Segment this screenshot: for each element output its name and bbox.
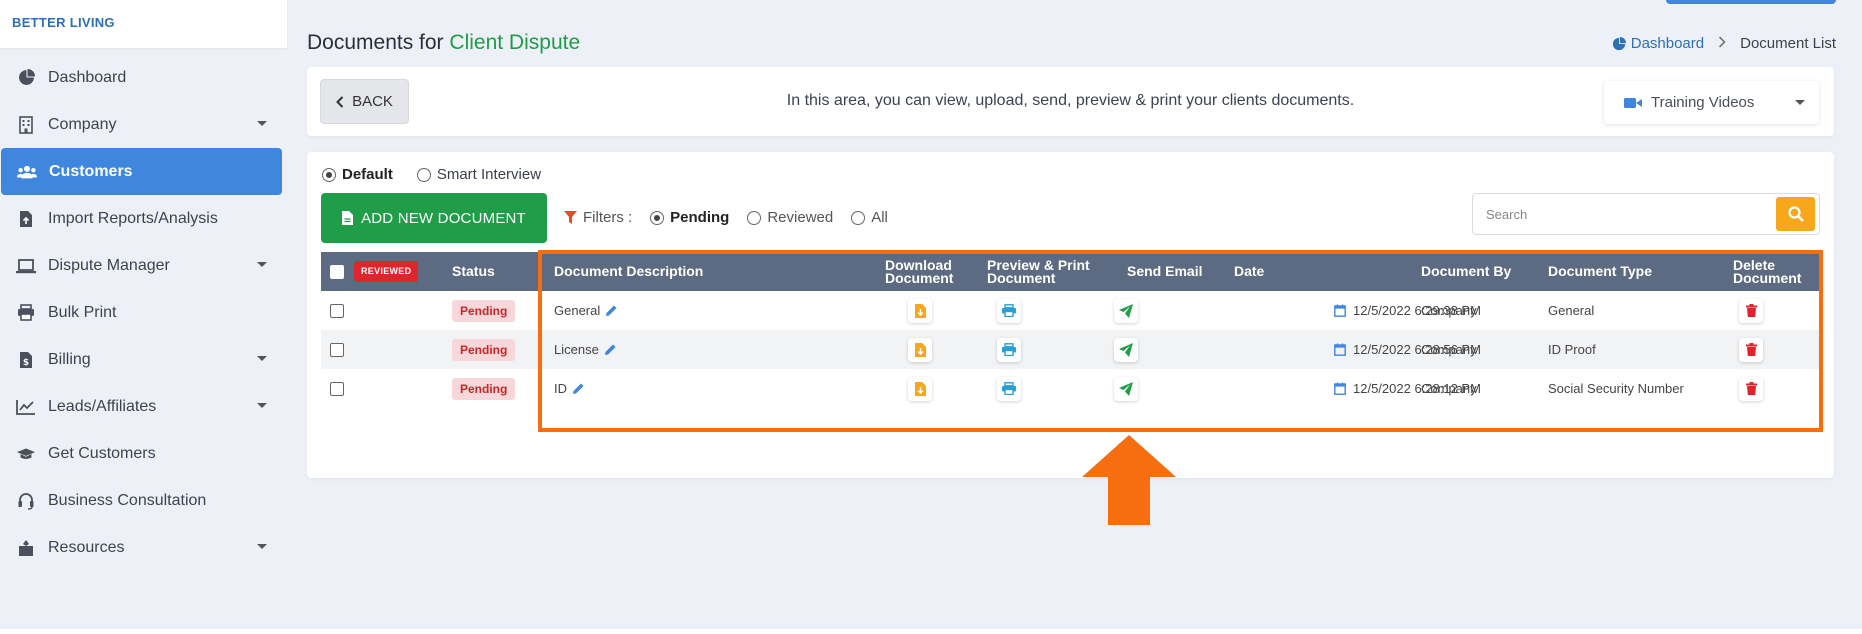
users-icon [17,162,37,182]
file-icon [342,211,354,225]
sidebar-item-label: Company [48,115,117,133]
sidebar-item-dispute-manager[interactable]: Dispute Manager [0,242,287,289]
file-upload-icon [16,209,36,229]
sidebar-item-label: Resources [48,538,125,556]
sidebar-item-label: Business Consultation [48,491,207,509]
client-name: Client Dispute [449,31,581,54]
sidebar-item-label: Get Customers [48,444,156,462]
row-checkbox[interactable] [330,342,344,357]
sidebar-item-label: Leads/Affiliates [48,397,157,415]
video-camera-icon [1624,97,1642,109]
app-background: BETTER LIVING Dashboard Company Customer… [0,0,1862,629]
breadcrumb-dashboard-link[interactable]: Dashboard [1612,35,1704,52]
chevron-down-icon [1795,100,1805,105]
box-icon [16,538,36,558]
breadcrumb-current: Document List [1740,35,1836,52]
mode-default-radio[interactable]: Default [322,166,393,183]
laptop-icon [16,256,36,276]
pie-chart-icon [1612,36,1626,51]
sidebar-item-resources[interactable]: Resources [0,524,287,571]
page-title: Documents for Client Dispute [307,31,580,55]
filter-pending-radio[interactable]: Pending [650,209,729,226]
mode-smart-interview-radio[interactable]: Smart Interview [416,166,542,183]
sidebar-item-leads-affiliates[interactable]: Leads/Affiliates [0,383,287,430]
sidebar-item-customers[interactable]: Customers [1,148,282,195]
top-right-tab[interactable] [1666,0,1836,4]
info-panel: BACK In this area, you can view, upload,… [307,67,1834,136]
reviewed-button[interactable]: REVIEWED [354,261,419,282]
annotation-highlight-box [538,250,1823,432]
filters-group: Filters : Pending Reviewed All [564,209,912,226]
printer-icon [16,303,36,323]
column-status: Status [452,263,495,279]
sidebar-item-label: Billing [48,350,91,368]
radio-unchecked-icon [851,210,866,225]
filters-label-text: Filters : [583,209,633,226]
chevron-down-icon [257,356,267,361]
graduation-cap-icon [16,444,36,464]
radio-unchecked-icon [416,167,431,182]
sidebar-item-label: Bulk Print [48,303,117,321]
status-badge: Pending [452,377,516,400]
breadcrumb: Dashboard Document List [1612,35,1836,52]
page-title-prefix: Documents for [307,31,444,54]
filters-label: Filters : [564,209,632,226]
sidebar-item-label: Dispute Manager [48,256,170,274]
invoice-icon: $ [16,350,36,370]
add-new-document-button[interactable]: ADD NEW DOCUMENT [321,193,547,243]
sidebar-item-get-customers[interactable]: Get Customers [0,430,287,477]
mode-selector: Default Smart Interview [322,166,565,183]
building-icon [16,115,36,135]
brand-logo[interactable]: BETTER LIVING [0,0,287,48]
radio-unchecked-icon [747,210,762,225]
search-button[interactable] [1776,197,1815,231]
filter-funnel-icon [564,210,583,225]
chevron-right-icon [1718,36,1726,51]
chevron-down-icon [257,544,267,549]
sidebar-item-business-consultation[interactable]: Business Consultation [0,477,287,524]
search-icon [1787,206,1804,222]
annotation-arrow-up-icon [1082,435,1176,525]
filter-all-label: All [871,209,888,226]
training-videos-dropdown[interactable]: Training Videos [1604,81,1819,124]
status-badge: Pending [452,338,516,361]
mode-default-label: Default [342,166,393,183]
headset-icon [16,491,36,511]
sidebar-item-label: Import Reports/Analysis [48,209,218,227]
filter-reviewed-radio[interactable]: Reviewed [747,209,833,226]
row-checkbox[interactable] [330,303,344,318]
search-input[interactable] [1473,194,1773,234]
sidebar-item-dashboard[interactable]: Dashboard [0,54,287,101]
sidebar-item-billing[interactable]: $ Billing [0,336,287,383]
pie-chart-icon [16,68,36,88]
sidebar-item-label: Customers [49,162,133,180]
add-new-document-label: ADD NEW DOCUMENT [361,209,526,227]
filter-reviewed-label: Reviewed [767,209,834,226]
chevron-down-icon [257,121,267,126]
sidebar-item-company[interactable]: Company [0,101,287,148]
filter-all-radio[interactable]: All [851,209,888,226]
sidebar-item-label: Dashboard [48,68,127,86]
sidebar: Dashboard Company Customers Import Repor… [0,54,287,571]
chevron-down-icon [257,262,267,267]
radio-checked-icon [650,210,665,225]
sidebar-item-import-reports[interactable]: Import Reports/Analysis [0,195,287,242]
mode-smart-interview-label: Smart Interview [436,166,542,183]
select-all-checkbox[interactable] [330,264,344,279]
radio-checked-icon [322,167,336,182]
line-chart-icon [16,397,36,417]
select-all-cell: REVIEWED [330,252,419,291]
svg-text:$: $ [23,358,29,368]
filter-pending-label: Pending [670,209,730,226]
chevron-down-icon [257,403,267,408]
sidebar-item-bulk-print[interactable]: Bulk Print [0,289,287,336]
breadcrumb-dashboard-label: Dashboard [1630,35,1705,52]
search-box [1472,193,1820,235]
row-checkbox[interactable] [330,381,344,396]
status-badge: Pending [452,299,516,322]
training-videos-label: Training Videos [1651,94,1755,111]
